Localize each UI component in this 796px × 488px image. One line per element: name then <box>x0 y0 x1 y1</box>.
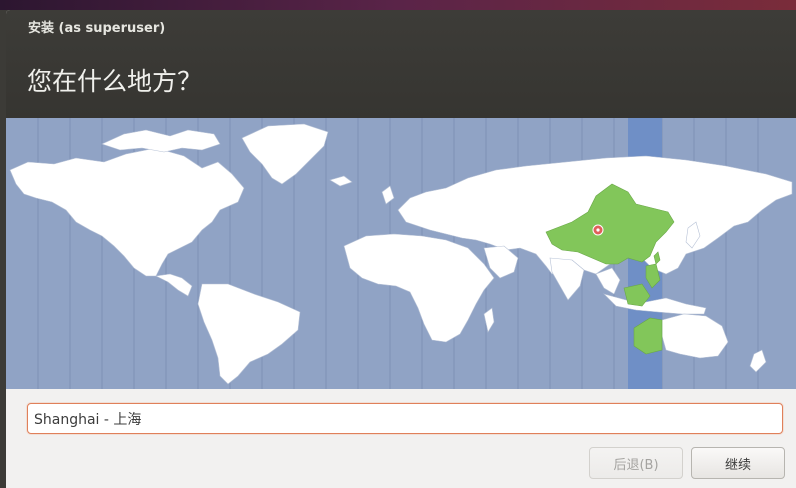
installer-window: 安装 (as superuser) 您在什么地方？ Shanghai - 上海 … <box>6 10 796 488</box>
page-title: 您在什么地方？ <box>27 67 203 96</box>
map-svg <box>6 118 796 389</box>
back-button[interactable]: 后退(B) <box>589 447 683 479</box>
window-title: 安装 (as superuser) <box>28 21 166 36</box>
title-bar: 安装 (as superuser) 您在什么地方？ <box>6 10 796 118</box>
continue-button-label: 继续 <box>724 457 751 473</box>
desktop-background <box>0 0 796 10</box>
world-timezone-map[interactable] <box>6 118 796 389</box>
location-pin-icon <box>592 224 604 236</box>
timezone-input[interactable] <box>27 403 783 434</box>
continue-button[interactable]: 继续 <box>691 447 785 479</box>
back-button-label: 后退(B) <box>613 457 659 473</box>
